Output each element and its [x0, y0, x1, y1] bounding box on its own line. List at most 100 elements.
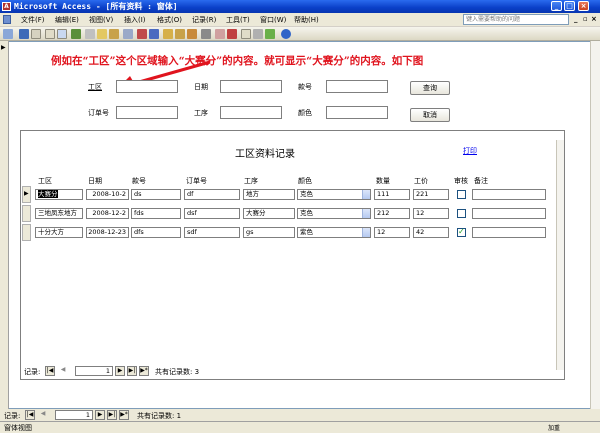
- search-icon[interactable]: [31, 29, 41, 39]
- cell-gongjia[interactable]: 221: [413, 189, 449, 200]
- chevron-down-icon[interactable]: [362, 209, 370, 218]
- close-icon[interactable]: ×: [578, 1, 589, 11]
- shenhe-checkbox[interactable]: [457, 190, 466, 199]
- main-first-record-icon[interactable]: |◀: [25, 410, 35, 420]
- doc-minimize-icon[interactable]: _: [574, 15, 578, 23]
- sort-asc-icon[interactable]: [137, 29, 147, 39]
- new-object-icon[interactable]: [265, 29, 275, 39]
- cell-kuanhao[interactable]: fds: [131, 208, 181, 219]
- paste-icon[interactable]: [109, 29, 119, 39]
- filter-icon[interactable]: [163, 29, 173, 39]
- find-icon[interactable]: [201, 29, 211, 39]
- cell-dingdanhao[interactable]: dsf: [184, 208, 240, 219]
- undo-icon[interactable]: [123, 29, 133, 39]
- help-search-input[interactable]: 键入需要帮助的问题: [463, 14, 569, 25]
- cell-riqi[interactable]: 2008-12-2: [86, 208, 129, 219]
- cut-icon[interactable]: [85, 29, 95, 39]
- subform-vertical-scrollbar[interactable]: [556, 140, 564, 370]
- cell-gongjia[interactable]: 12: [413, 208, 449, 219]
- cell-yanse[interactable]: 克色: [297, 189, 371, 200]
- new-record-icon[interactable]: [215, 29, 225, 39]
- row-selector-1[interactable]: ▶: [22, 186, 31, 203]
- main-new-record-icon[interactable]: ▶*: [119, 410, 129, 420]
- dingdanhao-input[interactable]: [116, 106, 178, 119]
- help-icon[interactable]: [281, 29, 291, 39]
- cell-beizhu[interactable]: [472, 227, 546, 238]
- cell-gongqu[interactable]: 十分大方: [35, 227, 83, 238]
- cell-yanse[interactable]: 紫色: [297, 227, 371, 238]
- main-record-selector[interactable]: ▶: [0, 41, 9, 409]
- main-current-record-input[interactable]: 1: [55, 410, 93, 420]
- main-last-record-icon[interactable]: ▶|: [107, 410, 117, 420]
- main-next-record-icon[interactable]: ▶: [95, 410, 105, 420]
- main-prev-record-icon[interactable]: ◀: [38, 410, 48, 420]
- cell-kuanhao[interactable]: ds: [131, 189, 181, 200]
- cell-kuanhao[interactable]: dfs: [131, 227, 181, 238]
- cell-gongqu[interactable]: 三地凤东地方: [35, 208, 83, 219]
- gongxu-input[interactable]: [220, 106, 282, 119]
- access-app-icon[interactable]: A: [2, 2, 11, 11]
- kuanhao-input[interactable]: [326, 80, 388, 93]
- shenhe-checkbox-checked[interactable]: ✓: [457, 227, 466, 237]
- delete-record-icon[interactable]: [227, 29, 237, 39]
- view-icon[interactable]: [3, 29, 13, 39]
- print-link[interactable]: 打印: [463, 146, 477, 156]
- row-selector-3[interactable]: [22, 224, 31, 241]
- save-icon[interactable]: [19, 29, 29, 39]
- cell-beizhu[interactable]: [472, 189, 546, 200]
- cell-gongxu[interactable]: gs: [243, 227, 295, 238]
- print-icon[interactable]: [45, 29, 55, 39]
- menu-view[interactable]: 视图(V): [89, 15, 113, 25]
- sort-desc-icon[interactable]: [149, 29, 159, 39]
- menu-format[interactable]: 格式(O): [157, 15, 182, 25]
- menu-edit[interactable]: 编辑(E): [55, 15, 79, 25]
- properties-icon[interactable]: [241, 29, 251, 39]
- riqi-input[interactable]: [220, 80, 282, 93]
- first-record-icon[interactable]: |◀: [45, 366, 55, 376]
- menu-tools[interactable]: 工具(T): [226, 15, 250, 25]
- filter-form-icon[interactable]: [175, 29, 185, 39]
- row-selector-2[interactable]: [22, 205, 31, 222]
- subform-current-record-input[interactable]: 1: [75, 366, 113, 376]
- prev-record-icon[interactable]: ◀: [58, 366, 68, 376]
- cell-gongxu[interactable]: 大赛分: [243, 208, 295, 219]
- cell-shuliang[interactable]: 12: [374, 227, 410, 238]
- cell-shuliang[interactable]: 111: [374, 189, 410, 200]
- minimize-icon[interactable]: _: [551, 1, 562, 11]
- cell-gongjia[interactable]: 42: [413, 227, 449, 238]
- chevron-down-icon[interactable]: [362, 190, 370, 199]
- preview-icon[interactable]: [57, 29, 67, 39]
- gongqu-input[interactable]: [116, 80, 178, 93]
- main-vertical-scrollbar[interactable]: [590, 41, 600, 409]
- spelling-icon[interactable]: [71, 29, 81, 39]
- cancel-button[interactable]: 取消: [410, 108, 450, 122]
- form-icon[interactable]: [3, 15, 11, 24]
- last-record-icon[interactable]: ▶|: [127, 366, 137, 376]
- maximize-icon[interactable]: □: [564, 1, 575, 11]
- cell-gongxu[interactable]: 地方: [243, 189, 295, 200]
- cell-riqi[interactable]: 2008-12-23: [86, 227, 129, 238]
- next-record-icon[interactable]: ▶: [115, 366, 125, 376]
- shenhe-checkbox[interactable]: [457, 209, 466, 218]
- query-button[interactable]: 查询: [410, 81, 450, 95]
- cell-dingdanhao[interactable]: df: [184, 189, 240, 200]
- cell-dingdanhao[interactable]: sdf: [184, 227, 240, 238]
- database-window-icon[interactable]: [253, 29, 263, 39]
- chevron-down-icon[interactable]: [362, 228, 370, 237]
- cell-gongqu[interactable]: 大赛分: [35, 189, 83, 200]
- yanse-input[interactable]: [326, 106, 388, 119]
- menu-insert[interactable]: 插入(I): [124, 15, 146, 25]
- new-record-nav-icon[interactable]: ▶*: [139, 366, 149, 376]
- copy-icon[interactable]: [97, 29, 107, 39]
- menu-window[interactable]: 窗口(W): [260, 15, 286, 25]
- menu-records[interactable]: 记录(R): [192, 15, 216, 25]
- menu-help[interactable]: 帮助(H): [294, 15, 319, 25]
- cell-yanse[interactable]: 克色: [297, 208, 371, 219]
- doc-restore-icon[interactable]: ▫: [583, 15, 588, 23]
- cell-riqi[interactable]: 2008-10-2: [86, 189, 129, 200]
- doc-close-icon[interactable]: ×: [591, 15, 597, 23]
- apply-filter-icon[interactable]: [187, 29, 197, 39]
- cell-beizhu[interactable]: [472, 208, 546, 219]
- menu-file[interactable]: 文件(F): [21, 15, 45, 25]
- cell-shuliang[interactable]: 212: [374, 208, 410, 219]
